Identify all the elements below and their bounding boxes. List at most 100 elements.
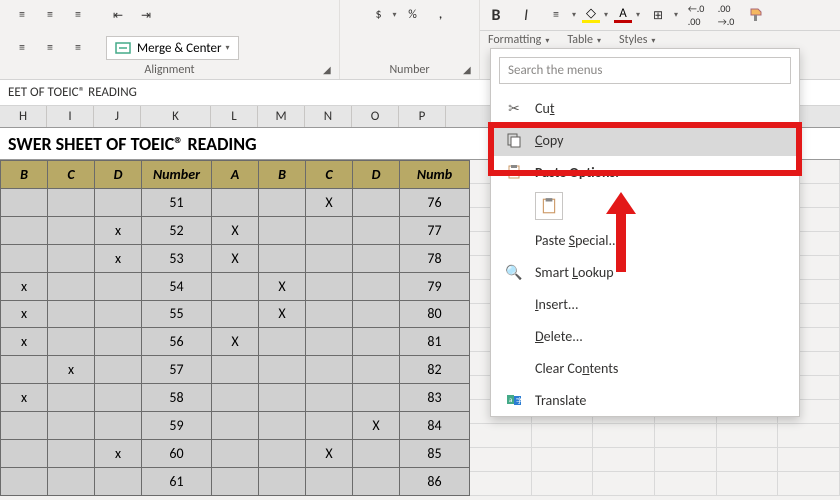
cell[interactable]: X [306,440,353,468]
increase-indent-icon[interactable]: ⇥ [134,4,158,26]
cell[interactable]: X [212,244,259,272]
cell[interactable]: 76 [400,188,470,216]
italic-button[interactable]: I [514,4,538,26]
cell[interactable]: X [306,188,353,216]
col-header[interactable]: H [0,106,47,127]
cell[interactable] [48,188,95,216]
col-header[interactable]: N [305,106,352,127]
th[interactable]: D [353,161,400,189]
conditional-formatting-dropdown[interactable]: Formatting [488,33,549,47]
cell[interactable]: 78 [400,244,470,272]
decrease-decimal-icon[interactable]: .00→.0 [714,4,738,26]
align-bottom-icon[interactable]: ≡ [66,4,90,26]
cell[interactable] [353,272,400,300]
cell[interactable] [1,412,48,440]
cell[interactable] [306,244,353,272]
cell[interactable] [353,244,400,272]
cell[interactable] [353,467,400,495]
align-right-icon[interactable]: ≡ [66,37,90,59]
cell[interactable] [48,467,95,495]
cell[interactable] [95,356,142,384]
align-left-icon[interactable]: ≡ [10,37,34,59]
th[interactable]: Number [142,161,212,189]
col-header[interactable]: O [352,106,399,127]
cell[interactable] [353,188,400,216]
align-center-icon[interactable]: ≡ [38,37,62,59]
cell[interactable]: x [1,384,48,412]
cell[interactable] [48,216,95,244]
cell[interactable] [306,216,353,244]
cell[interactable] [1,440,48,468]
cell[interactable] [212,384,259,412]
cell[interactable]: 79 [400,272,470,300]
th[interactable]: C [306,161,353,189]
cell[interactable] [259,384,306,412]
cell[interactable]: x [95,244,142,272]
cell[interactable] [1,188,48,216]
cell[interactable]: 82 [400,356,470,384]
cell[interactable]: x [1,272,48,300]
menu-smart-lookup[interactable]: 🔍 Smart Lookup [491,256,799,288]
cell[interactable]: X [259,272,306,300]
merge-center-button[interactable]: Merge & Center ▾ [106,36,239,60]
cell[interactable] [1,244,48,272]
cell[interactable] [353,384,400,412]
cell[interactable] [353,440,400,468]
cell[interactable] [95,412,142,440]
th[interactable]: B [1,161,48,189]
format-painter-icon[interactable] [744,4,768,26]
alignment-dialog-launcher-icon[interactable]: ◢ [323,63,335,75]
cell[interactable] [95,300,142,328]
decrease-indent-icon[interactable]: ⇤ [106,4,130,26]
cell[interactable]: x [48,356,95,384]
cell[interactable] [259,356,306,384]
col-header[interactable]: I [47,106,94,127]
table-dropdown[interactable]: Table [567,33,601,47]
cell[interactable]: 61 [142,467,212,495]
cell[interactable] [306,272,353,300]
cell[interactable] [48,412,95,440]
currency-icon[interactable]: $ [366,4,390,26]
cell[interactable] [48,328,95,356]
increase-decimal-icon[interactable]: ←.0.00 [684,4,708,26]
cell[interactable]: 56 [142,328,212,356]
cell[interactable] [95,467,142,495]
cell[interactable] [95,384,142,412]
cell[interactable] [306,467,353,495]
cell[interactable] [306,328,353,356]
menu-insert[interactable]: Insert... [491,288,799,320]
menu-cut[interactable]: ✂ Cut [491,92,799,124]
cell[interactable] [306,412,353,440]
cell[interactable] [212,188,259,216]
th[interactable]: C [48,161,95,189]
cell[interactable]: x [95,216,142,244]
th[interactable]: D [95,161,142,189]
menu-clear-contents[interactable]: Clear Contents [491,352,799,384]
col-header[interactable]: L [211,106,258,127]
cell[interactable]: 55 [142,300,212,328]
cell[interactable]: X [212,216,259,244]
comma-icon[interactable]: , [429,4,453,26]
th[interactable]: B [259,161,306,189]
cell[interactable]: X [353,412,400,440]
cell[interactable]: 54 [142,272,212,300]
cell[interactable]: 81 [400,328,470,356]
cell[interactable] [48,300,95,328]
cell[interactable] [48,244,95,272]
cell[interactable]: 84 [400,412,470,440]
cell[interactable]: 58 [142,384,212,412]
cell[interactable] [95,272,142,300]
cell[interactable]: 86 [400,467,470,495]
cell[interactable] [259,440,306,468]
cell[interactable]: 85 [400,440,470,468]
cell[interactable]: 57 [142,356,212,384]
cell[interactable] [353,328,400,356]
menu-paste-special[interactable]: Paste Special... [491,224,799,256]
cell[interactable]: x [95,440,142,468]
cell[interactable] [1,467,48,495]
search-menus-input[interactable]: Search the menus [499,57,791,84]
cell[interactable] [95,188,142,216]
cell[interactable] [48,384,95,412]
cell[interactable] [212,272,259,300]
cell[interactable] [212,300,259,328]
